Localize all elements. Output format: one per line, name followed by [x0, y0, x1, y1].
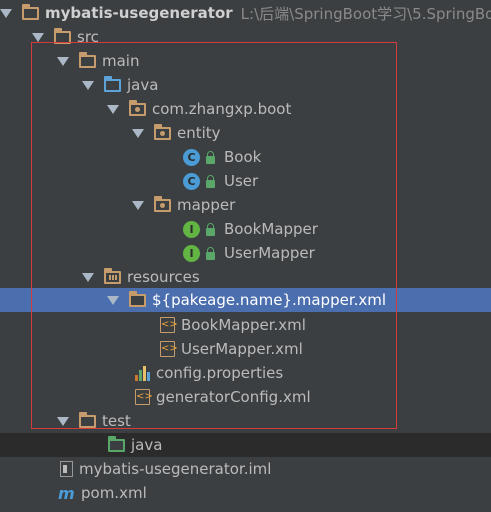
- class-icon: C: [183, 148, 200, 166]
- project-tree: mybatis-usegenerator L:\后端\SpringBoot学习\…: [0, 0, 491, 512]
- node-label: UserMapper.xml: [181, 340, 303, 358]
- package-icon: [154, 196, 171, 212]
- module-folder-icon: [22, 4, 39, 20]
- expand-arrow-icon[interactable]: [57, 416, 69, 426]
- lock-icon: [206, 222, 215, 236]
- expand-arrow-icon[interactable]: [132, 128, 144, 138]
- project-name: mybatis-usegenerator: [45, 4, 233, 22]
- source-folder-icon: [104, 76, 121, 92]
- class-icon: C: [183, 172, 200, 190]
- node-label: generatorConfig.xml: [156, 388, 311, 406]
- properties-file-icon: [135, 365, 150, 381]
- node-label: ${pakeage.name}.mapper.xml: [152, 291, 387, 309]
- tree-node-main[interactable]: main: [0, 49, 491, 73]
- node-label: pom.xml: [81, 484, 147, 502]
- tree-node-mapper-xml-dir[interactable]: ${pakeage.name}.mapper.xml: [0, 288, 491, 312]
- node-label: src: [77, 28, 99, 46]
- tree-node-entity[interactable]: entity: [0, 121, 491, 145]
- tree-node-user-mapper-xml[interactable]: <> UserMapper.xml: [0, 337, 491, 361]
- node-label: mapper: [177, 196, 236, 214]
- xml-file-icon: <>: [160, 317, 178, 333]
- lock-icon: [206, 150, 215, 164]
- node-label: User: [224, 172, 259, 190]
- tree-node-src[interactable]: src: [0, 25, 491, 49]
- resources-folder-icon: [104, 268, 121, 284]
- node-label: resources: [127, 268, 200, 286]
- node-label: BookMapper: [224, 220, 318, 238]
- folder-icon: [79, 412, 96, 428]
- maven-icon: m: [58, 483, 75, 503]
- tree-node-project[interactable]: mybatis-usegenerator L:\后端\SpringBoot学习\…: [0, 1, 491, 25]
- expand-arrow-icon[interactable]: [82, 272, 94, 282]
- folder-icon: [129, 291, 146, 307]
- tree-node-mapper[interactable]: mapper: [0, 193, 491, 217]
- tree-node-test-java[interactable]: java: [0, 433, 491, 457]
- interface-icon: I: [183, 244, 200, 262]
- expand-arrow-icon[interactable]: [82, 80, 94, 90]
- tree-node-test[interactable]: test: [0, 409, 491, 433]
- folder-icon: [54, 28, 71, 44]
- folder-icon: [79, 52, 96, 68]
- tree-node-java[interactable]: java: [0, 73, 491, 97]
- interface-icon: I: [183, 220, 200, 238]
- tree-node-iml[interactable]: mybatis-usegenerator.iml: [0, 457, 491, 481]
- xml-file-icon: <>: [160, 341, 178, 357]
- tree-node-pom[interactable]: m pom.xml: [0, 481, 491, 505]
- node-label: java: [127, 76, 159, 94]
- node-label: main: [102, 52, 140, 70]
- node-label: com.zhangxp.boot: [152, 100, 292, 118]
- node-label: entity: [177, 124, 221, 142]
- package-icon: [129, 100, 146, 116]
- node-label: Book: [224, 148, 262, 166]
- project-path: L:\后端\SpringBoot学习\5.SpringBoot: [240, 4, 491, 23]
- package-icon: [154, 124, 171, 140]
- expand-arrow-icon[interactable]: [0, 8, 12, 18]
- tree-node-book[interactable]: C Book: [0, 145, 491, 169]
- node-label: mybatis-usegenerator.iml: [79, 460, 272, 478]
- expand-arrow-icon[interactable]: [132, 200, 144, 210]
- tree-node-user-mapper[interactable]: I UserMapper: [0, 241, 491, 265]
- node-label: BookMapper.xml: [181, 316, 306, 334]
- expand-arrow-icon[interactable]: [57, 56, 69, 66]
- tree-node-generator-config[interactable]: <> generatorConfig.xml: [0, 385, 491, 409]
- node-label: config.properties: [156, 364, 284, 382]
- node-label: java: [131, 436, 163, 454]
- node-label: UserMapper: [224, 244, 315, 262]
- iml-file-icon: [60, 461, 73, 477]
- expand-arrow-icon[interactable]: [107, 295, 119, 305]
- tree-node-book-mapper-xml[interactable]: <> BookMapper.xml: [0, 313, 491, 337]
- tree-node-user[interactable]: C User: [0, 169, 491, 193]
- tree-node-resources[interactable]: resources: [0, 265, 491, 289]
- test-folder-icon: [108, 436, 125, 452]
- tree-node-package[interactable]: com.zhangxp.boot: [0, 97, 491, 121]
- lock-icon: [206, 174, 215, 188]
- expand-arrow-icon[interactable]: [32, 32, 44, 42]
- lock-icon: [206, 246, 215, 260]
- tree-node-book-mapper[interactable]: I BookMapper: [0, 217, 491, 241]
- xml-file-icon: <>: [135, 389, 153, 405]
- tree-node-config-properties[interactable]: config.properties: [0, 361, 491, 385]
- node-label: test: [102, 412, 131, 430]
- expand-arrow-icon[interactable]: [107, 104, 119, 114]
